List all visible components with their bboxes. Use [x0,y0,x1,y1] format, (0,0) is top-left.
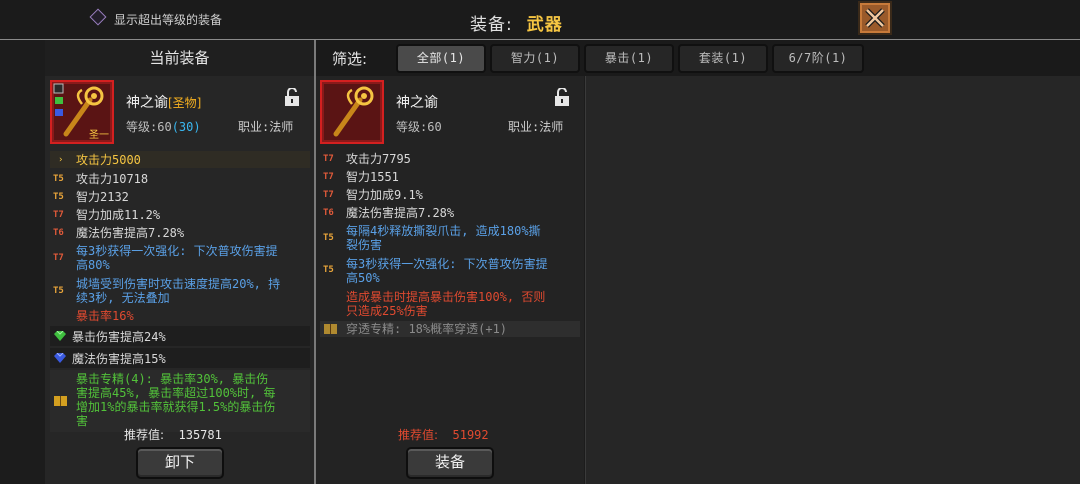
stat-tier: T5 [323,265,334,275]
candidate-recommend-value: 推荐值: 51992 [398,426,489,443]
stat-tier: T6 [53,228,64,238]
current-level-bonus: (30) [171,120,201,134]
special-effect-line: 高50% [346,271,380,285]
filter-tab-crit[interactable]: 暴击(1) [584,44,674,73]
equip-button[interactable]: 装备 [406,447,494,479]
stat-line: 攻击力10718 [76,172,149,186]
crit-rate-line: 暴击率16% [76,309,134,323]
candidate-item-job: 职业:法师 [508,120,564,134]
stat-line: 智力加成9.1% [346,188,423,202]
stat-line: 智力加成11.2% [76,208,161,222]
stat-tier: T5 [53,174,64,184]
stat-tier: T7 [323,172,334,182]
set-book-icon [54,396,67,406]
empty-list-area [585,76,1080,484]
crit-effect-line: 只造成25%伤害 [346,304,428,318]
close-x-icon [865,8,885,28]
recommend-label: 推荐值: [398,428,439,442]
current-item-job: 职业:法师 [238,120,294,134]
set-bonus-line: 暴击专精(4): 暴击率30%, 暴击伤 [76,372,269,386]
filter-tab-set[interactable]: 套装(1) [678,44,768,73]
stat-line: 魔法伤害提高7.28% [346,206,455,220]
filter-tab-intelligence[interactable]: 智力(1) [490,44,580,73]
golden-staff-icon [333,86,374,137]
stat-line: 智力1551 [346,170,399,184]
stat-tier: T6 [323,208,334,218]
current-level-text: 等级:60 [126,120,172,134]
stat-tier: T7 [323,154,334,164]
current-item-name: 神之谕[圣物] [126,92,201,112]
stat-tier: T5 [53,286,64,296]
unlocked-padlock-icon[interactable] [554,88,570,106]
special-effect-line: 续3秒, 无法叠加 [76,291,170,305]
special-effect-line: 高80% [76,258,110,272]
stat-tier: T7 [323,190,334,200]
candidate-item-level: 等级:60 [396,120,442,134]
current-recommend-value: 推荐值: 135781 [124,426,222,443]
current-main-stat: 攻击力5000 [76,153,141,167]
recommend-number: 51992 [452,428,489,442]
recommend-number: 135781 [178,428,222,442]
special-effect-line: 每隔4秒释放撕裂爪击, 造成180%撕 [346,224,541,238]
set-bonus-line: 穿透专精: 18%概率穿透(+1) [346,322,508,336]
stat-tier: T7 [53,253,64,263]
set-bonus-line: 增加1%的暴击率就获得1.5%的暴击伤 [76,400,276,414]
blue-gem-icon [54,353,66,363]
stat-line: 智力2132 [76,190,129,204]
unlocked-padlock-icon[interactable] [284,88,300,106]
current-item-icon[interactable]: 圣一 [50,80,114,144]
stat-line: 攻击力7795 [346,152,411,166]
close-button[interactable] [858,1,892,35]
stat-tier: T5 [53,192,64,202]
special-effect-line: 每3秒获得一次强化: 下次普攻伤害提 [76,244,278,258]
stat-tier: T5 [323,233,334,243]
candidate-item-name: 神之谕 [396,95,438,111]
stat-tier: T7 [53,210,64,220]
filter-tab-tier-6-7[interactable]: 6/7阶(1) [772,44,864,73]
filter-tab-all[interactable]: 全部(1) [396,44,486,73]
candidate-item-icon[interactable] [320,80,384,144]
title-slot-value: 武器 [526,15,563,35]
special-effect-line: 裂伤害 [346,238,383,252]
set-bonus-line: 害提高45%, 暴击率超过100%时, 每 [76,386,276,400]
recommend-label: 推荐值: [124,428,165,442]
gem-effect-line: 魔法伤害提高15% [72,352,166,366]
current-equipment-header: 当前装备 [45,40,314,76]
gem-effect-line: 暴击伤害提高24% [72,330,166,344]
special-effect-line: 城墙受到伤害时攻击速度提高20%, 持 [76,277,281,291]
main-stat-bullet: › [58,155,64,165]
current-item-badge: 圣一 [89,130,109,141]
set-bonus-line: 害 [76,414,89,428]
filter-label: 筛选: [332,50,368,68]
top-bar: 显示超出等级的装备 装备: 武器 [0,0,1080,40]
current-item-tag: [圣物] [168,96,202,110]
set-book-icon [324,324,337,334]
unequip-button[interactable]: 卸下 [136,447,224,479]
current-item-level: 等级:60(30) [126,118,201,135]
crit-effect-line: 造成暴击时提高暴击伤害100%, 否则 [346,290,546,304]
show-over-level-label[interactable]: 显示超出等级的装备 [114,11,222,28]
page-title: 装备: 武器 [470,10,563,35]
show-over-level-checkbox[interactable] [89,8,107,26]
green-gem-icon [54,331,66,341]
stat-line: 魔法伤害提高7.28% [76,226,185,240]
filter-bar: 筛选: 全部(1) 智力(1) 暴击(1) 套装(1) 6/7阶(1) [316,40,1080,76]
special-effect-line: 每3秒获得一次强化: 下次普攻伤害提 [346,257,548,271]
current-item-name-text: 神之谕 [126,95,168,111]
title-label: 装备: [470,15,513,35]
